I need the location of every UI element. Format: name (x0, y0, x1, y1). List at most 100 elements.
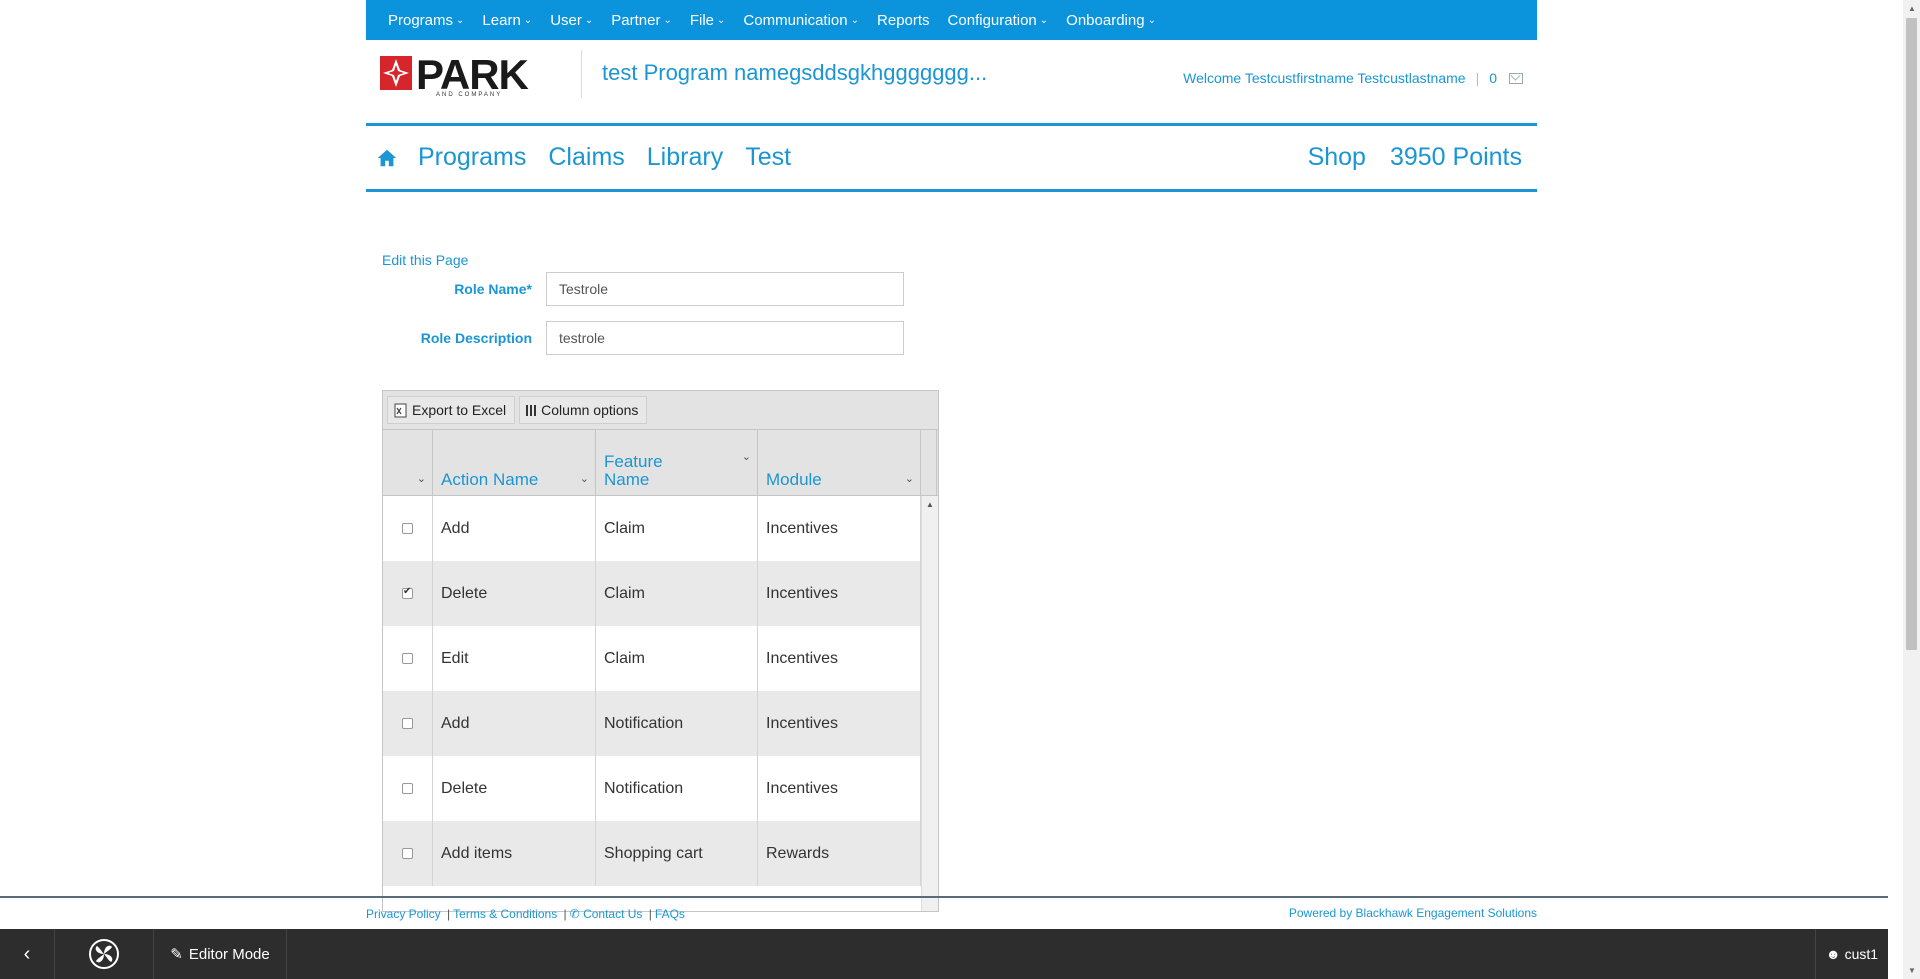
topnav-item-label: File (689, 11, 715, 29)
chevron-down-icon: ⌄ (523, 14, 533, 26)
user-menu-button[interactable]: ☻ cust1 (1815, 929, 1888, 979)
terms-link[interactable]: Terms & Conditions (453, 907, 557, 921)
faqs-link[interactable]: FAQs (655, 907, 685, 921)
topnav-item-communication[interactable]: Communication ⌄ (743, 12, 859, 29)
message-count[interactable]: 0 (1489, 70, 1497, 86)
feature-name-cell: Claim (596, 561, 758, 626)
nav-points[interactable]: 3950 Points (1390, 143, 1522, 172)
footer-separator: | (447, 907, 451, 921)
topnav-item-onboarding[interactable]: Onboarding ⌄ (1066, 12, 1156, 29)
action-name-cell: Add (433, 496, 596, 561)
topnav-item-label: Partner (611, 11, 661, 29)
actions-grid: Export to Excel Column options ⌄ Action … (382, 390, 939, 912)
excel-icon (394, 403, 407, 417)
select-column-header: ⌄ (383, 430, 433, 495)
role-description-row: Role Description (382, 321, 904, 355)
privacy-policy-link[interactable]: Privacy Policy (366, 907, 441, 921)
row-checkbox[interactable] (402, 718, 413, 729)
nav-test[interactable]: Test (745, 143, 791, 172)
role-description-input[interactable] (546, 321, 904, 355)
editor-bottom-bar: ‹ ✎ Editor Mode ☻ cust1 (0, 929, 1888, 979)
logo-text: PARK (416, 51, 529, 98)
columns-icon (526, 404, 537, 416)
table-row[interactable]: Delete Notification Incentives (383, 756, 938, 821)
main-nav-right: Shop 3950 Points (1284, 143, 1522, 172)
table-row[interactable]: DeleteClaimIncentives (383, 561, 938, 626)
row-checkbox[interactable] (402, 783, 413, 794)
role-name-row: Role Name* (382, 272, 904, 306)
role-name-input[interactable] (546, 272, 904, 306)
scroll-up-icon[interactable]: ▲ (926, 500, 934, 509)
topnav-item-label: Communication (743, 11, 848, 29)
chevron-down-icon[interactable]: ⌄ (580, 472, 589, 485)
export-excel-label: Export to Excel (412, 402, 507, 418)
chevron-down-icon: ⌄ (850, 14, 860, 26)
scroll-up-icon[interactable]: ▲ (1908, 4, 1916, 13)
chevron-down-icon[interactable]: ⌄ (417, 472, 426, 485)
topnav-item-learn[interactable]: Learn ⌄ (482, 12, 532, 29)
column-options-button[interactable]: Column options (519, 396, 648, 424)
feature-name-title[interactable]: Feature Name (604, 453, 694, 489)
table-row[interactable]: Add Claim Incentives (383, 496, 938, 561)
powered-by-link[interactable]: Powered by Blackhawk Engagement Solution… (1289, 906, 1537, 920)
select-cell (383, 561, 433, 626)
scroll-down-icon[interactable]: ▼ (1908, 966, 1916, 975)
chevron-down-icon[interactable]: ⌄ (905, 472, 914, 485)
platform-logo-button[interactable] (55, 929, 154, 979)
row-checkbox[interactable] (402, 653, 413, 664)
welcome-text[interactable]: Welcome Testcustfirstname Testcustlastna… (1183, 70, 1465, 86)
chevron-down-icon: ⌄ (1039, 14, 1049, 26)
nav-claims[interactable]: Claims (548, 143, 624, 172)
action-name-cell: Add (433, 691, 596, 756)
edit-page-link[interactable]: Edit this Page (382, 252, 468, 268)
action-name-title[interactable]: Action Name (441, 471, 538, 489)
grid-scrollbar[interactable]: ▲ (921, 496, 938, 911)
topnav-item-programs[interactable]: Programs ⌄ (388, 12, 464, 29)
nav-shop[interactable]: Shop (1308, 143, 1366, 172)
welcome-area: Welcome Testcustfirstname Testcustlastna… (1183, 70, 1523, 86)
footer-links: Privacy Policy | Terms & Conditions | ✆ Co… (366, 907, 685, 921)
back-button[interactable]: ‹ (0, 929, 55, 979)
module-cell: Incentives (758, 561, 921, 626)
program-name[interactable]: test Program namegsddsgkhggggggg... (602, 60, 987, 86)
park-logo[interactable]: PARK (380, 51, 529, 98)
chevron-left-icon: ‹ (23, 942, 31, 965)
topnav-item-reports[interactable]: Reports (877, 12, 930, 29)
chevron-down-icon: ⌄ (717, 14, 726, 26)
home-icon[interactable] (376, 147, 398, 169)
column-options-label: Column options (541, 402, 639, 418)
topnav-item-user[interactable]: User ⌄ (550, 12, 593, 29)
table-row[interactable]: Add Notification Incentives (383, 691, 938, 756)
envelope-icon[interactable] (1509, 72, 1523, 84)
page-scrollbar[interactable]: ▲ ▼ (1903, 0, 1920, 979)
topnav-item-partner[interactable]: Partner ⌄ (611, 12, 672, 29)
row-checkbox[interactable] (402, 586, 413, 599)
topnav-item-configuration[interactable]: Configuration ⌄ (948, 12, 1049, 29)
user-icon: ☻ (1825, 946, 1841, 962)
table-row[interactable]: Add items Shopping cart Rewards (383, 821, 938, 886)
module-cell: Incentives (758, 626, 921, 691)
page-scrollbar-thumb[interactable] (1906, 18, 1917, 650)
feature-name-header[interactable]: Feature Name ⌄ (596, 430, 758, 495)
module-title[interactable]: Module (766, 471, 822, 489)
action-name-cell: Delete (433, 756, 596, 821)
contact-us-link[interactable]: Contact Us (583, 907, 642, 921)
logo-subtitle: AND COMPANY (436, 92, 503, 98)
topnav-item-file[interactable]: File ⌄ (690, 12, 726, 29)
editor-mode-button[interactable]: ✎ Editor Mode (154, 929, 287, 979)
footer-divider (0, 896, 1888, 898)
feature-name-cell: Notification (596, 756, 758, 821)
export-excel-button[interactable]: Export to Excel (387, 396, 516, 424)
row-checkbox[interactable] (402, 523, 413, 534)
feature-name-cell: Shopping cart (596, 821, 758, 886)
row-checkbox[interactable] (402, 848, 413, 859)
chevron-down-icon[interactable]: ⌄ (742, 450, 751, 463)
topnav-item-label: Programs (388, 11, 454, 29)
nav-programs[interactable]: Programs (418, 143, 526, 172)
welcome-separator: | (1475, 70, 1480, 86)
table-row[interactable]: Edit Claim Incentives (383, 626, 938, 691)
module-header[interactable]: Module ⌄ (758, 430, 921, 495)
nav-library[interactable]: Library (647, 143, 723, 172)
action-name-header[interactable]: Action Name ⌄ (433, 430, 596, 495)
select-cell (383, 821, 433, 886)
